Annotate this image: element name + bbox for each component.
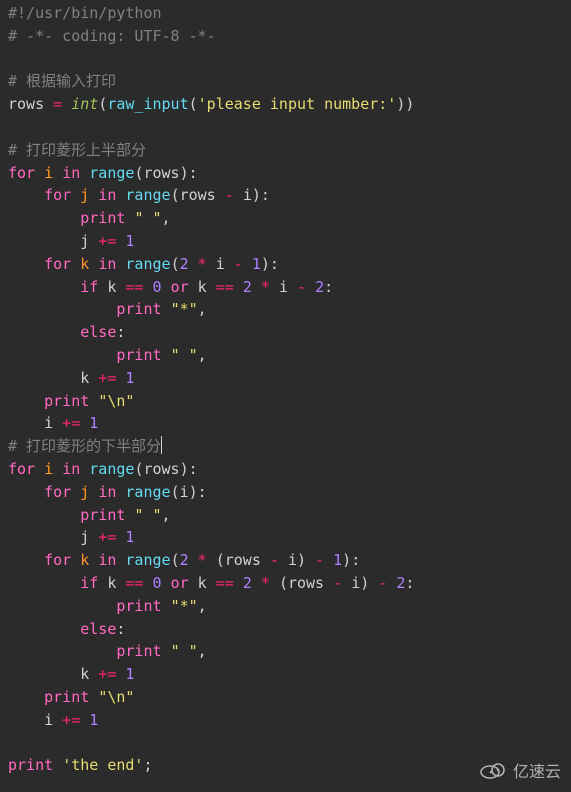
code-line: rows = int(raw_input('please input numbe…: [8, 95, 414, 113]
code-line: print " ",: [8, 209, 171, 227]
text-cursor: [161, 436, 162, 454]
code-line: for k in range(2 * (rows - i) - 1):: [8, 551, 360, 569]
code-line: print " ",: [8, 506, 171, 524]
code-line: for i in range(rows):: [8, 164, 198, 182]
code-line: print 'the end';: [8, 756, 153, 774]
code-line: j += 1: [8, 232, 134, 250]
code-line: if k == 0 or k == 2 * i - 2:: [8, 278, 333, 296]
code-line: else:: [8, 620, 125, 638]
code-line: i += 1: [8, 711, 98, 729]
code-line: print "\n": [8, 688, 134, 706]
code-line: for j in range(i):: [8, 483, 207, 501]
code-line: for k in range(2 * i - 1):: [8, 255, 279, 273]
code-line: print "*",: [8, 597, 207, 615]
code-line: for i in range(rows):: [8, 460, 198, 478]
code-line: # 打印菱形的下半部分: [8, 437, 162, 455]
code-line: print " ",: [8, 346, 207, 364]
code-line: print " ",: [8, 642, 207, 660]
code-line: # 打印菱形上半部分: [8, 141, 146, 159]
code-line: else:: [8, 323, 125, 341]
code-block: #!/usr/bin/python # -*- coding: UTF-8 -*…: [0, 0, 571, 785]
code-line: i += 1: [8, 414, 98, 432]
code-line: if k == 0 or k == 2 * (rows - i) - 2:: [8, 574, 414, 592]
code-line: #!/usr/bin/python: [8, 4, 162, 22]
code-line: k += 1: [8, 665, 134, 683]
code-line: j += 1: [8, 528, 134, 546]
code-line: # 根据输入打印: [8, 72, 116, 90]
code-line: for j in range(rows - i):: [8, 186, 270, 204]
code-line: print "\n": [8, 392, 134, 410]
code-line: # -*- coding: UTF-8 -*-: [8, 27, 216, 45]
code-line: print "*",: [8, 300, 207, 318]
code-line: k += 1: [8, 369, 134, 387]
